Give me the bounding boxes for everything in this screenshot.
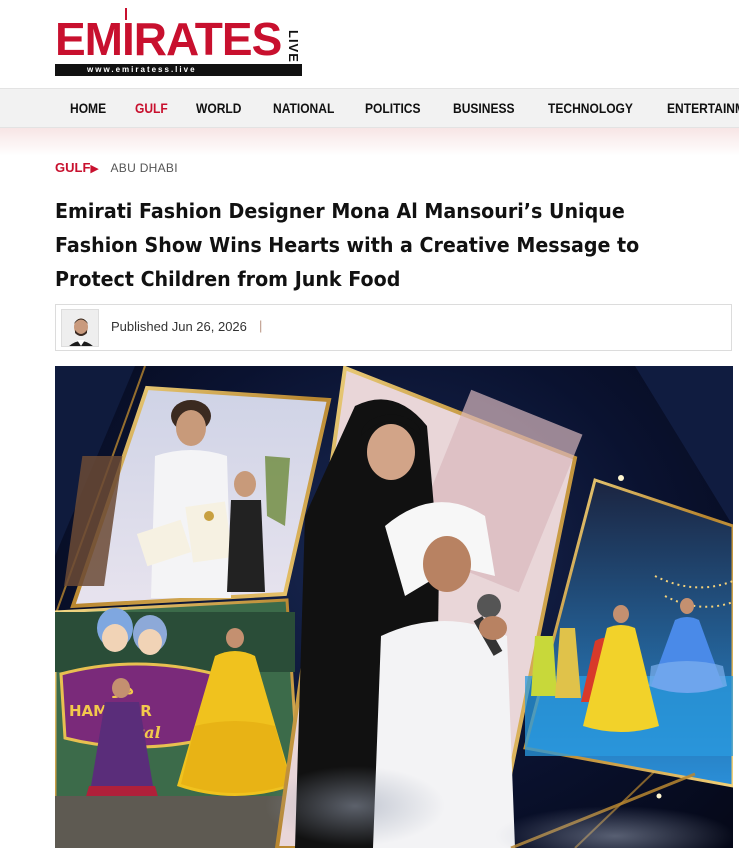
nav-item-business[interactable]: BUSINESS: [453, 89, 515, 127]
logo-url: www.emiratess.live: [55, 64, 302, 76]
sparkle: [618, 475, 624, 481]
nav-item-gulf[interactable]: GULF: [135, 89, 168, 127]
nav-item-technology[interactable]: TECHNOLOGY: [548, 89, 633, 127]
nav-item-entertainment[interactable]: ENTERTAINMENT: [667, 89, 739, 127]
nav-item-home[interactable]: HOME: [70, 89, 106, 127]
nav-item-politics[interactable]: POLITICS: [365, 89, 421, 127]
nav-item-world[interactable]: WORLD: [196, 89, 241, 127]
main-nav: HOME GULF WORLD NATIONAL POLITICS BUSINE…: [0, 88, 739, 128]
published-date: Published Jun 26, 2026: [111, 319, 247, 334]
hero-image: هو HAMAMIR val: [55, 366, 733, 848]
author-avatar-image: [62, 310, 98, 346]
logo-wordmark: EMIRATES: [55, 13, 282, 65]
breadcrumb-arrow-icon: ▶: [90, 163, 99, 175]
stage-smoke: [495, 806, 733, 848]
hero-collage: هو HAMAMIR val: [55, 366, 733, 848]
nav-shadow: [0, 128, 739, 156]
breadcrumb-section-link[interactable]: GULF: [55, 160, 90, 175]
breadcrumb: GULF▶ ABU DHABI: [55, 160, 178, 178]
article-meta: Published Jun 26, 2026 |: [55, 304, 732, 351]
article-title: Emirati Fashion Designer Mona Al Mansour…: [55, 199, 640, 291]
site-header: EMIRATES LIVE www.emiratess.live: [0, 0, 739, 88]
site-logo[interactable]: EMIRATES LIVE www.emiratess.live: [55, 8, 305, 78]
author-avatar[interactable]: [61, 309, 99, 347]
meta-separator: |: [259, 318, 263, 333]
sparkle: [656, 793, 662, 799]
breadcrumb-category-link[interactable]: ABU DHABI: [110, 161, 177, 175]
nav-item-national[interactable]: NATIONAL: [273, 89, 334, 127]
